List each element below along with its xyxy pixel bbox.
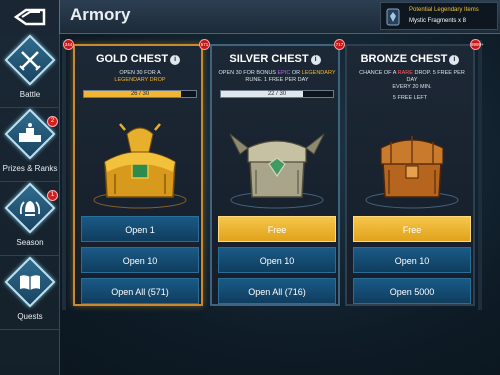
open-10-button[interactable]: Open 10 [353,247,471,273]
gold-chest-icon [93,123,187,209]
info-icon[interactable]: i [310,55,321,65]
bronze-chest-title: BRONZE CHEST [360,53,448,65]
info-icon[interactable]: i [170,55,181,65]
free-left-counter: 5 FREE LEFT [392,95,428,101]
sidebar-item-prizes-ranks[interactable]: 2 Prizes & Ranks [0,108,60,182]
desc-text: OPEN 30 FOR A [119,70,161,76]
open-10-button[interactable]: Open 10 [218,247,336,273]
progress-text: 22 / 30 [267,91,287,97]
legendary-items-panel[interactable]: Potential Legendary Items Mystic Fragmen… [380,2,498,30]
open-all-button[interactable]: Open All (571) [81,278,199,304]
top-bar: Armory Potential Legendary Items Mystic … [0,0,500,34]
right-frame-edge [478,40,482,310]
free-button[interactable]: Free [218,216,336,242]
mystic-fragments-count: Mystic Fragments x 8 [409,18,467,24]
gold-chest-card[interactable]: GOLD CHEST i OPEN 30 FOR A LEGENDARY DROP… [73,44,203,306]
sidebar-item-season[interactable]: 1 Season [0,182,60,256]
armory-screen: Armory Potential Legendary Items Mystic … [0,0,500,375]
mystic-fragment-icon [386,8,400,26]
card-description: OPEN 30 FOR A LEGENDARY DROP [81,70,199,84]
notification-badge: 1 [47,190,58,201]
desc-epic-text: EPIC [277,70,291,76]
desc-text: OPEN 30 FOR BONUS [218,70,276,76]
sidebar-item-label: Battle [19,90,41,99]
silver-chest-card[interactable]: SILVER CHEST i OPEN 30 FOR BONUS EPIC OR … [210,44,340,306]
silver-progress-bar: 22 / 30 [220,90,334,98]
sidebar-nav: Battle 2 Prizes & Ranks 1 Season Quests [0,34,60,375]
desc-text: CHANCE OF A [359,70,397,76]
laurel-helmet-icon [19,201,41,216]
bronze-chest-icon [365,136,459,209]
podium-icon [19,123,41,142]
sidebar-item-label: Season [16,238,44,247]
card-title: BRONZE CHEST i [347,53,473,65]
desc-text: EVERY 20 MIN. [392,84,432,90]
open-5000-button[interactable]: Open 5000 [353,278,471,304]
sidebar-item-battle[interactable]: Battle [0,34,60,108]
bronze-count-badge: 9999+ [470,39,484,50]
sidebar-item-label: Quests [17,312,43,321]
desc-text: RUNE. 1 FREE PER DAY [245,77,309,83]
desc-legendary-text: LEGENDARY [301,70,336,76]
gold-progress-bar: 26 / 30 [83,90,197,98]
sidebar-item-quests[interactable]: Quests [0,256,60,330]
card-description: CHANCE OF A RARE DROP. 5 FREE PER DAY EV… [353,70,471,91]
free-button[interactable]: Free [353,216,471,242]
desc-text: DROP. 5 FREE PER DAY [406,70,465,83]
card-description: OPEN 30 FOR BONUS EPIC OR LEGENDARY RUNE… [218,70,336,84]
gold-left-badge: 344 [63,39,74,50]
page-title: Armory [70,5,131,24]
open-book-icon [20,275,40,290]
gold-count-badge: 571 [199,39,210,50]
open-1-button[interactable]: Open 1 [81,216,199,242]
crossed-swords-icon [19,51,41,71]
bronze-chest-card[interactable]: BRONZE CHEST i CHANCE OF A RARE DROP. 5 F… [345,44,475,306]
sidebar-item-label: Prizes & Ranks [2,164,58,173]
progress-text: 26 / 30 [130,91,150,97]
open-10-button[interactable]: Open 10 [81,247,199,273]
info-icon[interactable]: i [449,55,460,65]
open-all-button[interactable]: Open All (716) [218,278,336,304]
silver-chest-icon [229,133,325,209]
desc-rare-text: RARE [397,70,413,76]
left-frame-edge [62,40,66,310]
notification-badge: 2 [47,116,58,127]
legendary-items-title: Potential Legendary Items [409,7,479,13]
card-title: GOLD CHEST i [75,53,201,65]
silver-count-badge: 717 [334,39,345,50]
desc-text: OR [291,70,301,76]
back-arrow-icon [13,8,45,26]
card-title: SILVER CHEST i [212,53,338,65]
gold-chest-title: GOLD CHEST [95,53,169,65]
silver-chest-title: SILVER CHEST [229,53,309,65]
back-button[interactable] [0,0,60,34]
desc-legendary-text: LEGENDARY DROP [114,77,166,83]
